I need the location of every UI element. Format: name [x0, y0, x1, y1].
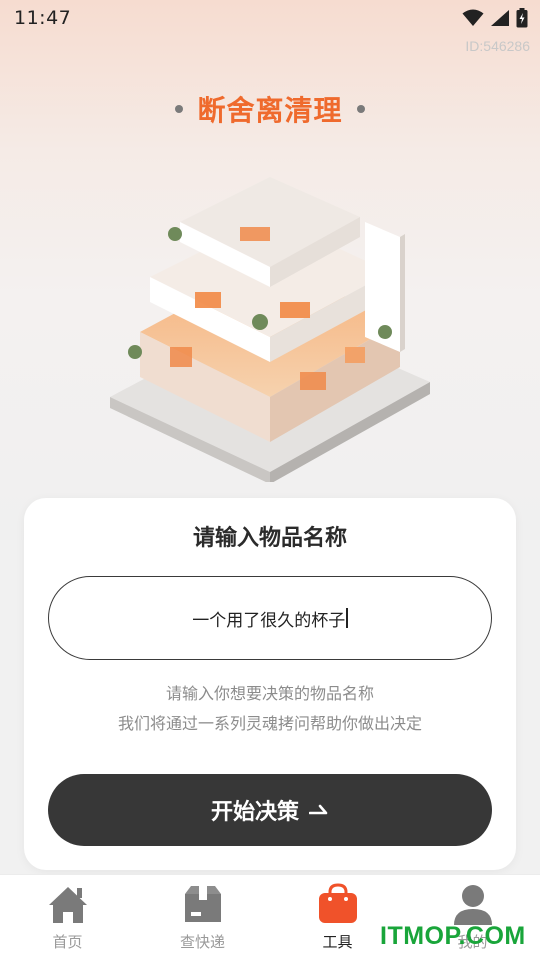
wifi-icon — [462, 9, 484, 26]
text-caret — [346, 608, 348, 628]
start-decision-label: 开始决策 — [210, 800, 299, 825]
house-illustration — [110, 177, 430, 482]
home-icon — [48, 887, 87, 923]
tab-home[interactable]: 首页 — [0, 875, 135, 960]
item-name-value: 一个用了很久的杯子 — [192, 610, 346, 631]
user-id-label: ID:546286 — [465, 38, 530, 54]
title-dot-right — [356, 105, 365, 113]
package-icon — [184, 886, 221, 922]
page-title-row: 断舍离清理 — [0, 86, 540, 132]
signal-icon — [491, 10, 509, 26]
item-input-card: 请输入物品名称 一个用了很久的杯子 请输入你想要决策的物品名称 我们将通过一系列… — [24, 498, 516, 870]
start-decision-button[interactable]: 开始决策 — [48, 774, 492, 846]
arrow-right-icon — [309, 804, 328, 815]
bag-icon — [318, 883, 357, 923]
status-bar: 11:47 — [0, 0, 540, 36]
tab-express[interactable]: 查快递 — [135, 875, 270, 960]
tab-express-label: 查快递 — [179, 933, 225, 951]
tab-home-label: 首页 — [52, 933, 83, 951]
status-icons — [462, 8, 528, 28]
item-name-input[interactable]: 一个用了很久的杯子 — [48, 576, 492, 660]
watermark: ITMOP.COM — [380, 922, 526, 950]
status-time: 11:47 — [14, 7, 72, 29]
hint-line-1: 请输入你想要决策的物品名称 — [165, 684, 374, 703]
page-title: 断舍离清理 — [197, 94, 343, 127]
tab-tools-label: 工具 — [322, 933, 353, 951]
card-title: 请输入物品名称 — [192, 526, 347, 551]
title-dot-left — [175, 105, 184, 113]
battery-icon — [516, 8, 528, 28]
person-icon — [453, 885, 492, 925]
hint-line-2: 我们将通过一系列灵魂拷问帮助你做出决定 — [117, 714, 422, 733]
